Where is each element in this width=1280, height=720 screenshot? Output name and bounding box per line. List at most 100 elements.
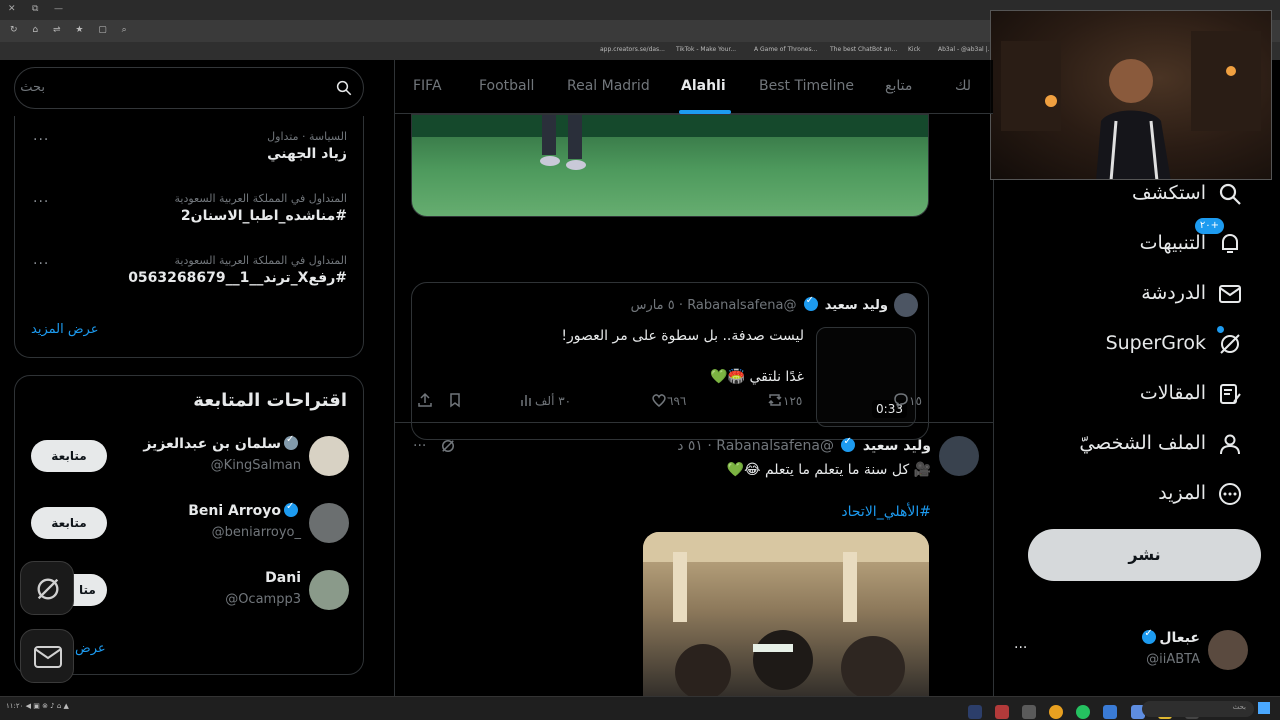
timeline-tabs: FIFA Football Real Madrid Alahli Best Ti… xyxy=(395,60,993,114)
tab-following[interactable]: متابع xyxy=(885,78,912,94)
steam-app-icon[interactable] xyxy=(968,704,982,719)
windows-start-icon[interactable] xyxy=(1258,702,1270,714)
follow-button[interactable]: متابعة xyxy=(31,507,107,539)
bookmark-icon[interactable] xyxy=(443,392,463,408)
app-icon[interactable] xyxy=(995,704,1010,719)
trend-item[interactable]: المتداول في المملكة العربية السعودية #رف… xyxy=(128,254,347,286)
post-hashtag-link[interactable]: #الأهلي_الاتحاد xyxy=(841,504,931,520)
nav-label: SuperGrok xyxy=(1105,332,1206,354)
author-name[interactable]: وليد سعيد xyxy=(863,438,931,454)
bookmark-1[interactable]: app.creators.se/das... xyxy=(600,46,665,53)
os-taskbar: ١١:٢٠ ◀ ▣ ⊗ ♪ ⌂ ▲ بحث xyxy=(0,696,1280,720)
trend-item[interactable]: السياسة · متداول زياد الجهني xyxy=(267,130,347,162)
nav-supergrok[interactable]: SuperGrok xyxy=(1022,326,1242,360)
suggestion-handle: @KingSalman xyxy=(210,458,301,473)
avatar[interactable] xyxy=(309,436,349,476)
whatsapp-app-icon[interactable] xyxy=(1076,704,1091,719)
bookmark-6[interactable]: Ab3al - @ab3al |... xyxy=(938,46,993,53)
avatar[interactable] xyxy=(309,570,349,610)
suggestion-name: Dani xyxy=(265,570,301,586)
chrome-app-icon[interactable] xyxy=(1049,704,1064,719)
mail-icon xyxy=(34,646,62,668)
tab-best-timeline[interactable]: Best Timeline xyxy=(759,78,854,94)
mail-icon xyxy=(1219,285,1241,303)
minimize-window-button[interactable]: — xyxy=(54,4,63,14)
bell-icon xyxy=(1222,233,1238,253)
nav-label: المزيد xyxy=(1158,482,1206,504)
trend-more-icon[interactable]: ··· xyxy=(33,194,49,210)
avatar[interactable] xyxy=(939,436,979,476)
post-card[interactable]: وليد سعيد @Rabanalsafena · ٥١ د ··· 🎥 كل… xyxy=(395,424,993,696)
reply-button[interactable]: ١٥ xyxy=(889,392,922,408)
post-button[interactable]: نشر xyxy=(1028,529,1261,581)
tab-fifa[interactable]: FIFA xyxy=(413,78,442,94)
bookmark-5[interactable]: Kick xyxy=(908,46,920,53)
nav-profile[interactable]: الملف الشخصيّ xyxy=(1022,430,1242,460)
taskbar-search-input[interactable]: بحث xyxy=(1142,701,1254,717)
system-tray[interactable]: ١١:٢٠ ◀ ▣ ⊗ ♪ ⌂ ▲ xyxy=(6,702,69,710)
suggestion-row[interactable]: سلمان بن عبدالعزيز @KingSalman متابعة xyxy=(15,434,365,486)
like-button[interactable]: ٦٩٦ xyxy=(647,392,686,408)
trend-context: المتداول في المملكة العربية السعودية xyxy=(174,254,347,267)
bookmark-4[interactable]: The best ChatBot an... xyxy=(830,46,897,53)
bookmark-2[interactable]: TikTok - Make Your... xyxy=(676,46,736,53)
close-window-button[interactable]: ✕ xyxy=(8,4,16,14)
quoted-post-card[interactable]: وليد سعيد @Rabanalsafena · ٥ مارس ليست ص… xyxy=(411,282,929,440)
app-icon[interactable] xyxy=(1103,704,1118,719)
avatar[interactable] xyxy=(894,293,918,317)
nav-articles[interactable]: المقالات xyxy=(1022,380,1242,410)
tab-alahli[interactable]: Alahli xyxy=(681,78,726,94)
account-switcher[interactable]: عبعال @iiABTA ··· xyxy=(1000,626,1280,676)
nav-notifications[interactable]: التنبيهات ٢٠+ xyxy=(1022,218,1242,260)
grok-floating-button[interactable] xyxy=(20,561,74,615)
repost-button[interactable]: ١٢٥ xyxy=(763,392,802,408)
grok-icon[interactable] xyxy=(439,437,457,455)
nav-label: الملف الشخصيّ xyxy=(1079,432,1206,454)
trend-more-icon[interactable]: ··· xyxy=(33,132,49,148)
tab-real-madrid[interactable]: Real Madrid xyxy=(567,78,650,94)
more-circle-icon xyxy=(1219,483,1241,505)
avatar[interactable] xyxy=(309,503,349,543)
nav-explore[interactable]: استكشف xyxy=(1022,180,1242,210)
browser-toolbar-icons[interactable]: ↻ ⌂ ⇌ ★ ▢ ⌕ xyxy=(10,25,133,35)
reply-icon xyxy=(894,393,908,408)
post-media-image[interactable] xyxy=(643,532,929,696)
trend-context: السياسة · متداول xyxy=(267,130,347,143)
tab-football[interactable]: Football xyxy=(479,78,534,94)
share-icon[interactable] xyxy=(413,392,433,408)
app-icon[interactable] xyxy=(1022,704,1037,719)
suggestion-name: سلمان بن عبدالعزيز xyxy=(143,434,301,452)
trend-title: زياد الجهني xyxy=(267,146,347,162)
nav-messages[interactable]: الدردشة xyxy=(1022,280,1242,310)
repost-icon xyxy=(768,394,782,406)
articles-icon xyxy=(1220,384,1241,404)
post-time: · ٥ مارس xyxy=(630,298,684,313)
trends-show-more-link[interactable]: عرض المزيد xyxy=(31,322,98,337)
messages-floating-button[interactable] xyxy=(20,629,74,683)
views-button[interactable]: ٣٠ ألف xyxy=(515,392,571,408)
notifications-badge: ٢٠+ xyxy=(1194,218,1224,234)
restore-window-button[interactable]: ⧉ xyxy=(32,4,38,14)
author-name[interactable]: وليد سعيد xyxy=(825,298,888,313)
nav-label: المقالات xyxy=(1139,382,1206,404)
post-media-image[interactable] xyxy=(411,114,929,217)
search-input[interactable]: بحث xyxy=(14,67,364,109)
verified-badge-icon xyxy=(803,295,818,311)
author-handle: @Rabanalsafena xyxy=(687,298,797,313)
nav-label: التنبيهات xyxy=(1139,232,1206,254)
tab-for-you[interactable]: لك xyxy=(955,78,971,94)
account-more-icon[interactable]: ··· xyxy=(1014,640,1027,656)
follow-button[interactable]: متابعة xyxy=(31,440,107,472)
bookmark-3[interactable]: A Game of Thrones... xyxy=(754,46,817,53)
active-tab-indicator xyxy=(679,110,731,114)
post-header: وليد سعيد @Rabanalsafena · ٥١ د xyxy=(677,436,931,454)
trend-title: #مناشده_اطبا_الاسنان2 xyxy=(180,208,347,224)
post-more-icon[interactable]: ··· xyxy=(413,438,426,454)
suggestion-row[interactable]: Beni Arroyo @beniarroyo_ متابعة xyxy=(15,501,365,553)
who-to-follow-heading: اقتراحات المتابعة xyxy=(193,390,347,411)
author-handle: @Rabanalsafena xyxy=(716,438,834,454)
wtf-show-more-link[interactable]: عرض xyxy=(75,641,106,656)
trend-item[interactable]: المتداول في المملكة العربية السعودية #من… xyxy=(174,192,347,224)
nav-more[interactable]: المزيد xyxy=(1022,480,1242,510)
trend-more-icon[interactable]: ··· xyxy=(33,256,49,272)
